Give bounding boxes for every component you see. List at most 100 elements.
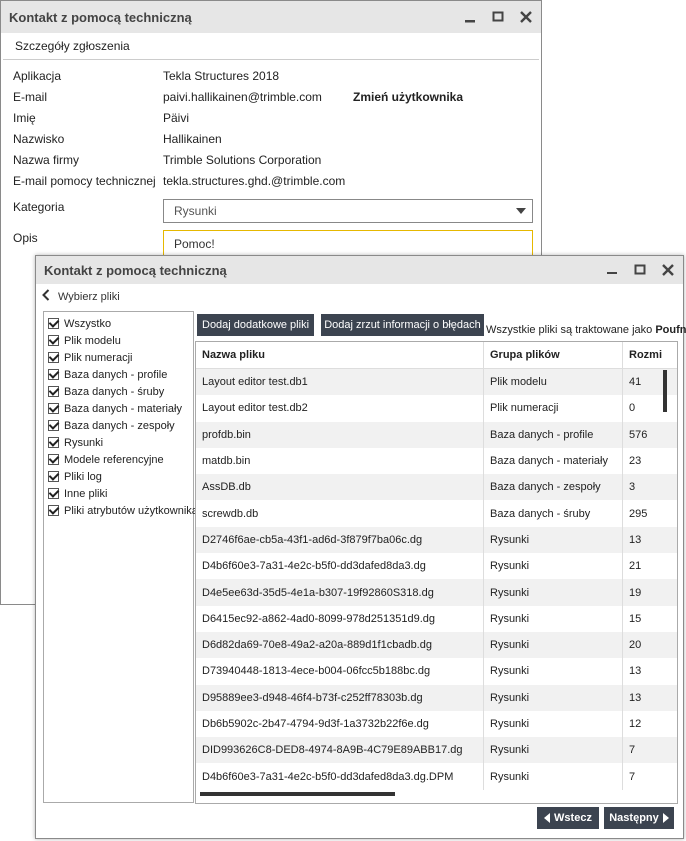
- table-row[interactable]: D4b6f60e3-7a31-4e2c-b5f0-dd3dafed8da3.dg…: [196, 553, 677, 580]
- table-body: Layout editor test.db1 Plik modelu 41 Layou…: [196, 369, 677, 790]
- checkbox-checked[interactable]: [48, 369, 59, 380]
- table-row[interactable]: DID993626C8-DED8-4974-8A9B-4C79E89ABB17.…: [196, 737, 677, 764]
- table-row[interactable]: D2746f6ae-cb5a-43f1-ad6d-3f879f7ba06c.dg…: [196, 526, 677, 554]
- checkbox-checked[interactable]: [48, 318, 59, 329]
- confidential-word: Poufne: [655, 324, 686, 336]
- checkbox-checked[interactable]: [48, 488, 59, 499]
- checkbox-item[interactable]: Wszystko: [44, 315, 193, 332]
- file-name-cell: matdb.bin: [196, 447, 484, 475]
- minimize-icon[interactable]: [463, 10, 477, 24]
- add-files-button[interactable]: Dodaj dodatkowe pliki: [197, 314, 314, 336]
- file-group-cell: Rysunki: [484, 605, 623, 632]
- chevron-left-icon: [42, 289, 50, 304]
- window-title: Kontakt z pomocą techniczną: [9, 9, 192, 25]
- column-header-group[interactable]: Grupa plików: [484, 342, 623, 368]
- description-input[interactable]: Pomoc!: [163, 230, 533, 256]
- category-select[interactable]: Rysunki: [163, 199, 533, 223]
- checkbox-item[interactable]: Rysunki: [44, 434, 193, 451]
- file-name-cell: D4e5ee63d-35d5-4e1a-b307-19f92860S318.dg: [196, 579, 484, 606]
- checkbox-label: Baza danych - materiały: [64, 402, 182, 415]
- table-row[interactable]: profdb.bin Baza danych - profile 576: [196, 421, 677, 448]
- next-button-label: Następny: [609, 812, 659, 824]
- checkbox-item[interactable]: Plik numeracji: [44, 349, 193, 366]
- table-row[interactable]: screwdb.db Baza danych - śruby 295: [196, 500, 677, 527]
- checkbox-checked[interactable]: [48, 352, 59, 363]
- checkbox-item[interactable]: Baza danych - zespoły: [44, 417, 193, 434]
- table-row[interactable]: D73940448-1813-4ece-b004-06fcc5b188bc.dg…: [196, 658, 677, 685]
- table-row[interactable]: Layout editor test.db1 Plik modelu 41: [196, 369, 677, 396]
- close-icon[interactable]: [661, 263, 675, 277]
- back-link[interactable]: Wybierz pliki: [36, 284, 683, 309]
- field-value-support-email: tekla.structures.ghd.@trimble.com: [163, 174, 346, 188]
- close-icon[interactable]: [519, 10, 533, 24]
- checkbox-checked[interactable]: [48, 335, 59, 346]
- checkbox-item[interactable]: Pliki log: [44, 468, 193, 485]
- description-label: Opis: [13, 231, 38, 245]
- title-bar: Kontakt z pomocą techniczną: [36, 256, 683, 284]
- field-value-email: paivi.hallikainen@trimble.com: [163, 90, 322, 104]
- details-subheader: Szczegóły zgłoszenia: [3, 33, 539, 60]
- file-group-cell: Baza danych - zespoły: [484, 474, 623, 501]
- checkbox-item[interactable]: Baza danych - materiały: [44, 400, 193, 417]
- checkbox-checked[interactable]: [48, 420, 59, 431]
- checkbox-checked[interactable]: [48, 437, 59, 448]
- support-window-files: Kontakt z pomocą techniczną Wybierz plik…: [35, 255, 686, 839]
- add-error-dump-button[interactable]: Dodaj zrzut informacji o błędach: [321, 314, 484, 336]
- file-name-cell: D6415ec92-a862-4ad0-8099-978d251351d9.dg: [196, 605, 484, 632]
- minimize-icon[interactable]: [605, 263, 619, 277]
- table-row[interactable]: D4e5ee63d-35d5-4e1a-b307-19f92860S318.dg…: [196, 579, 677, 606]
- table-row[interactable]: D6415ec92-a862-4ad0-8099-978d251351d9.dg…: [196, 605, 677, 632]
- column-header-size[interactable]: Rozmi: [623, 342, 663, 368]
- file-table: Nazwa pliku Grupa plików Rozmi Layout ed…: [195, 341, 678, 804]
- field-label-last-name: Nazwisko: [13, 132, 65, 146]
- file-group-cell: Plik numeracji: [484, 395, 623, 422]
- column-header-name[interactable]: Nazwa pliku: [196, 342, 484, 368]
- file-name-cell: D4b6f60e3-7a31-4e2c-b5f0-dd3dafed8da3.dg: [196, 553, 484, 580]
- checkbox-item[interactable]: Plik modelu: [44, 332, 193, 349]
- checkbox-checked[interactable]: [48, 454, 59, 465]
- checkbox-item[interactable]: Pliki atrybutów użytkownika: [44, 502, 198, 519]
- table-row[interactable]: Db6b5902c-2b47-4794-9d3f-1a3732b22f6e.dg…: [196, 710, 677, 738]
- checkbox-item[interactable]: Baza danych - śruby: [44, 383, 193, 400]
- table-row[interactable]: Layout editor test.db2 Plik numeracji 0: [196, 395, 677, 422]
- checkbox-checked[interactable]: [48, 386, 59, 397]
- file-name-cell: Db6b5902c-2b47-4794-9d3f-1a3732b22f6e.dg: [196, 710, 484, 738]
- back-button[interactable]: Wstecz: [537, 807, 599, 829]
- checkbox-label: Baza danych - śruby: [64, 385, 165, 398]
- checkbox-label: Inne pliki: [64, 487, 108, 500]
- change-user-link[interactable]: Zmień użytkownika: [353, 90, 463, 104]
- caret-left-icon: [544, 813, 551, 823]
- checkbox-item[interactable]: Modele referencyjne: [44, 451, 193, 468]
- checkbox-label: Rysunki: [64, 436, 104, 449]
- file-name-cell: D6d82da69-70e8-49a2-a20a-889d1f1cbadb.dg: [196, 631, 484, 659]
- file-size-cell: 21: [629, 560, 642, 573]
- back-button-label: Wstecz: [554, 812, 592, 824]
- vertical-scrollbar[interactable]: [663, 370, 667, 412]
- file-group-cell: Baza danych - profile: [484, 421, 623, 448]
- checkbox-checked[interactable]: [48, 505, 59, 516]
- maximize-icon[interactable]: [633, 263, 647, 277]
- field-value-company: Trimble Solutions Corporation: [163, 153, 322, 167]
- table-row[interactable]: D6d82da69-70e8-49a2-a20a-889d1f1cbadb.dg…: [196, 631, 677, 659]
- maximize-icon[interactable]: [491, 10, 505, 24]
- table-row[interactable]: D95889ee3-d948-46f4-b73f-c252ff78303b.dg…: [196, 684, 677, 711]
- file-size-cell: 7: [629, 744, 636, 757]
- table-row[interactable]: matdb.bin Baza danych - materiały 23: [196, 447, 677, 475]
- next-button[interactable]: Następny: [604, 807, 674, 829]
- horizontal-scrollbar[interactable]: [200, 792, 395, 796]
- file-size-cell: 20: [629, 639, 642, 652]
- checkbox-checked[interactable]: [48, 403, 59, 414]
- table-row[interactable]: AssDB.db Baza danych - zespoły 3: [196, 474, 677, 501]
- table-row[interactable]: D4b6f60e3-7a31-4e2c-b5f0-dd3dafed8da3.dg…: [196, 763, 677, 790]
- checkbox-item[interactable]: Baza danych - profile: [44, 366, 193, 383]
- file-size-cell: 23: [629, 455, 642, 468]
- file-name-cell: DID993626C8-DED8-4974-8A9B-4C79E89ABB17.…: [196, 737, 484, 764]
- field-value-application: Tekla Structures 2018: [163, 69, 280, 83]
- checkbox-label: Plik numeracji: [64, 351, 133, 364]
- file-size-cell: 295: [629, 507, 648, 520]
- checkbox-item[interactable]: Inne pliki: [44, 485, 193, 502]
- window-title: Kontakt z pomocą techniczną: [44, 262, 227, 278]
- checkbox-checked[interactable]: [48, 471, 59, 482]
- file-name-cell: Layout editor test.db1: [196, 369, 484, 396]
- file-name-cell: D4b6f60e3-7a31-4e2c-b5f0-dd3dafed8da3.dg…: [196, 763, 484, 790]
